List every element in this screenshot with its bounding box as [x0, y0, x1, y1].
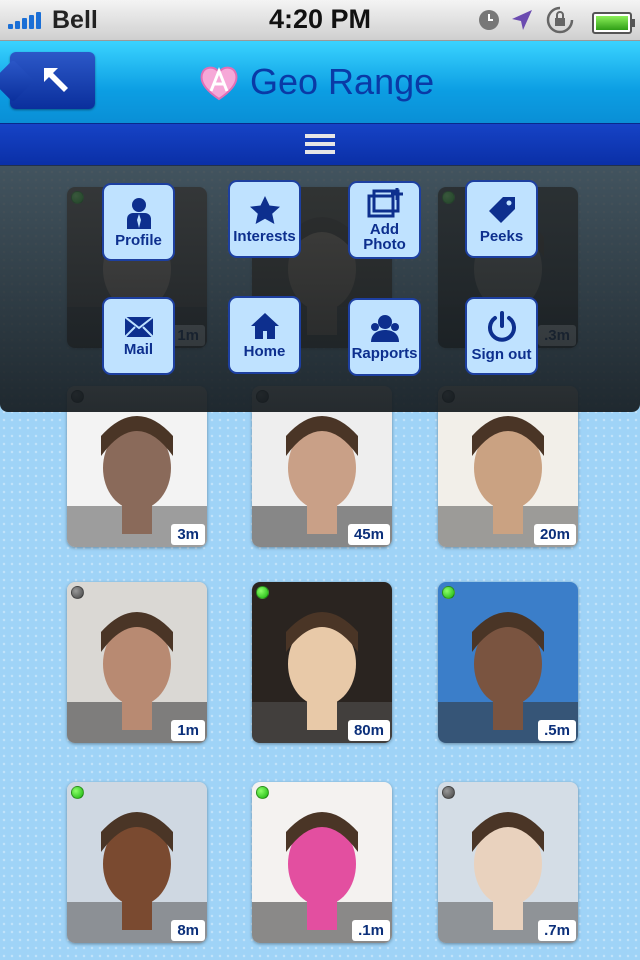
distance-badge: 20m: [533, 524, 576, 545]
menu-button-label: Sign out: [471, 345, 532, 363]
menu-button-label: Rapports: [351, 344, 418, 362]
user-tile[interactable]: 80m: [252, 582, 392, 743]
distance-badge: 3m: [171, 524, 205, 545]
clock-icon: [479, 10, 499, 30]
menu-button-add-photo[interactable]: Add Photo: [348, 181, 421, 259]
online-status-dot: [442, 586, 455, 599]
menu-button-label: Add Photo: [363, 221, 406, 253]
user-tile[interactable]: 1m: [67, 582, 207, 743]
star-icon: [249, 195, 281, 225]
distance-badge: 45m: [347, 524, 390, 545]
menu-button-label: Interests: [233, 227, 296, 245]
user-photo: [252, 782, 392, 943]
distance-badge: .5m: [538, 720, 576, 741]
user-tile[interactable]: .7m: [438, 782, 578, 943]
person-icon: [124, 197, 154, 229]
user-tile[interactable]: .1m: [252, 782, 392, 943]
back-button[interactable]: [10, 52, 95, 109]
back-arrow-icon: [44, 68, 68, 92]
menu-button-sign-out[interactable]: Sign out: [465, 297, 538, 375]
online-status-dot: [71, 586, 84, 599]
distance-badge: 1m: [171, 720, 205, 741]
app-logo-icon: [200, 66, 238, 101]
online-status-dot: [442, 786, 455, 799]
menu-button-interests[interactable]: Interests: [228, 180, 301, 258]
menu-button-label: Peeks: [479, 227, 524, 245]
menu-button-label: Profile: [115, 231, 162, 249]
dropdown-menu-overlay: [0, 165, 640, 412]
menu-button-label: Mail: [123, 340, 154, 358]
location-arrow-icon: [512, 10, 532, 30]
menu-button-profile[interactable]: Profile: [102, 183, 175, 261]
menu-button-label: Home: [243, 342, 286, 360]
menu-button-rapports[interactable]: Rapports: [348, 298, 421, 376]
home-icon: [250, 312, 280, 340]
tag-icon: [487, 195, 517, 225]
menu-bar: [0, 123, 640, 166]
status-bar: Bell 4:20 PM: [0, 0, 640, 41]
envelope-icon: [123, 315, 154, 338]
menu-button-home[interactable]: Home: [228, 296, 301, 374]
status-time: 4:20 PM: [268, 4, 372, 34]
app-header: Geo Range: [0, 41, 640, 123]
user-photo: [438, 582, 578, 743]
menu-button-mail[interactable]: Mail: [102, 297, 175, 375]
user-photo: [438, 782, 578, 943]
user-photo: [252, 582, 392, 743]
distance-badge: 80m: [347, 720, 390, 741]
online-status-dot: [256, 586, 269, 599]
online-status-dot: [256, 786, 269, 799]
rotation-lock-icon: [546, 6, 574, 34]
distance-badge: .1m: [352, 920, 390, 941]
online-status-dot: [71, 786, 84, 799]
user-tile[interactable]: 8m: [67, 782, 207, 943]
distance-badge: .7m: [538, 920, 576, 941]
user-photo: [67, 582, 207, 743]
distance-badge: 8m: [171, 920, 205, 941]
battery-icon: [592, 12, 635, 34]
power-icon: [486, 310, 518, 343]
add-photo-icon: [367, 188, 403, 218]
user-photo: [67, 782, 207, 943]
hamburger-menu-icon[interactable]: [305, 134, 335, 156]
page-title: Geo Range: [250, 61, 435, 102]
menu-button-peeks[interactable]: Peeks: [465, 180, 538, 258]
user-tile[interactable]: .5m: [438, 582, 578, 743]
people-icon: [368, 314, 402, 342]
